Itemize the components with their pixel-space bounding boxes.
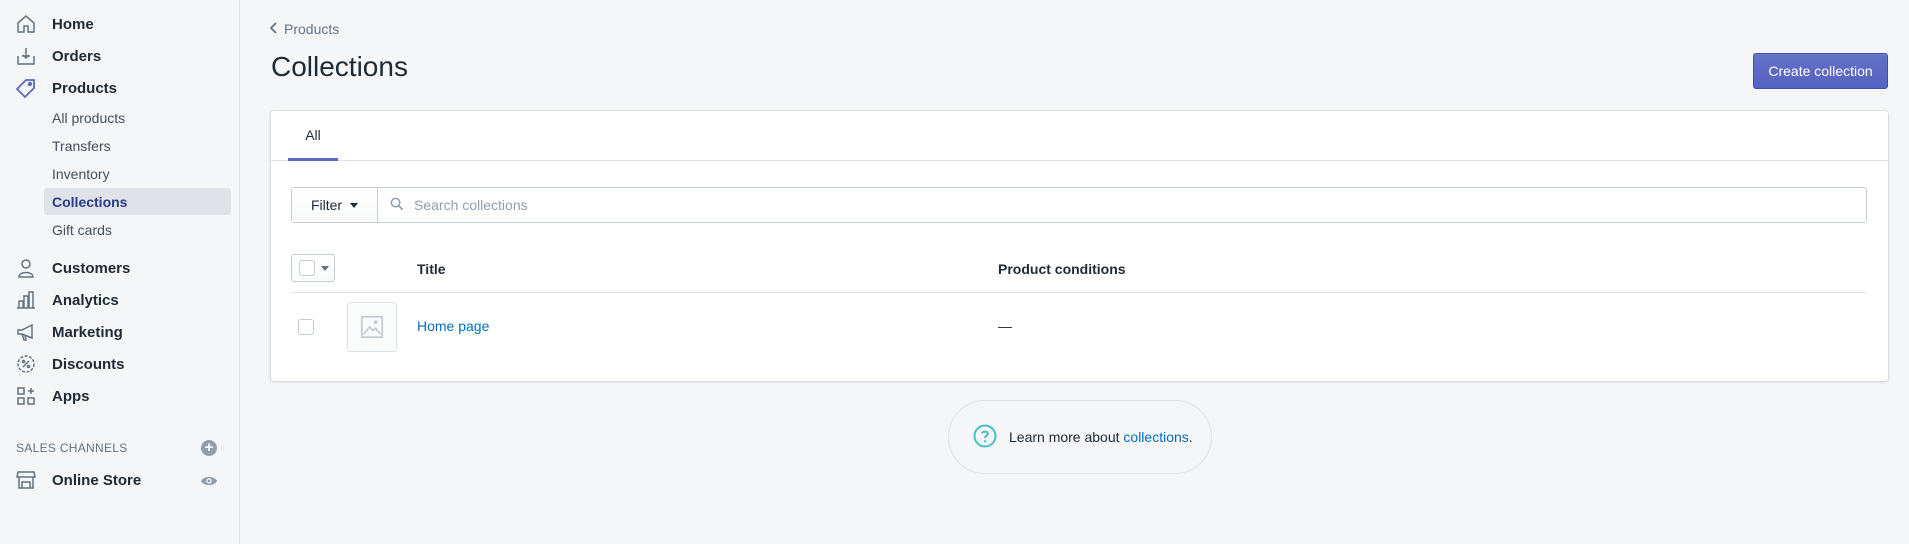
product-conditions-value: —	[998, 318, 1012, 334]
tab-all[interactable]: All	[288, 111, 338, 161]
eye-icon[interactable]	[200, 472, 218, 490]
discount-icon	[15, 353, 37, 375]
caret-down-icon	[321, 265, 329, 271]
sales-channels-heading: SALES CHANNELS	[16, 441, 128, 455]
sidebar-item-label: Home	[52, 15, 94, 33]
home-icon	[15, 13, 37, 35]
sidebar-item-label: Apps	[52, 387, 90, 405]
sidebar: Home Orders Products All products Transf…	[0, 0, 240, 544]
help-footer: Learn more about collections.	[948, 400, 1212, 474]
person-icon	[15, 257, 37, 279]
row-checkbox[interactable]	[298, 319, 314, 335]
help-text: Learn more about collections.	[1009, 429, 1193, 445]
apps-icon	[15, 385, 37, 407]
select-all-checkbox[interactable]	[299, 260, 315, 276]
sidebar-item-label: Online Store	[52, 471, 142, 489]
sidebar-subitem-transfers[interactable]: Transfers	[44, 132, 231, 159]
table-row[interactable]: Home page —	[291, 294, 1867, 360]
column-header-title[interactable]: Title	[417, 261, 446, 277]
collections-help-link[interactable]: collections	[1123, 429, 1188, 445]
sidebar-item-label: Discounts	[52, 355, 125, 373]
sidebar-subitem-inventory[interactable]: Inventory	[44, 160, 231, 187]
sidebar-subitem-all-products[interactable]: All products	[44, 104, 231, 131]
sidebar-item-products[interactable]: Products	[0, 73, 240, 103]
sidebar-item-customers[interactable]: Customers	[0, 253, 240, 283]
sidebar-item-apps[interactable]: Apps	[0, 381, 240, 411]
sidebar-item-label: Customers	[52, 259, 131, 277]
collection-title-link[interactable]: Home page	[417, 318, 489, 334]
sidebar-item-label: Marketing	[52, 323, 123, 341]
sidebar-item-label: Analytics	[52, 291, 119, 309]
sidebar-subitem-collections[interactable]: Collections	[44, 188, 231, 215]
store-icon	[15, 469, 37, 491]
tab-bar: All	[271, 111, 1888, 161]
search-field[interactable]	[378, 188, 1866, 222]
sidebar-item-discounts[interactable]: Discounts	[0, 349, 240, 379]
sidebar-item-label: Orders	[52, 47, 102, 65]
page-title: Collections	[271, 51, 408, 82]
table-header: Title Product conditions	[291, 253, 1867, 293]
megaphone-icon	[15, 321, 37, 343]
help-question-icon	[973, 424, 997, 451]
filter-button[interactable]: Filter	[292, 188, 378, 222]
sidebar-item-analytics[interactable]: Analytics	[0, 285, 240, 315]
image-placeholder-icon	[347, 302, 397, 352]
sidebar-item-label: Products	[52, 79, 118, 97]
search-input[interactable]	[414, 197, 1614, 213]
orders-icon	[15, 45, 37, 67]
column-header-product-conditions: Product conditions	[998, 261, 1126, 277]
bulk-select-button[interactable]	[291, 254, 335, 282]
filter-label: Filter	[310, 197, 343, 213]
sidebar-item-home[interactable]: Home	[0, 9, 240, 39]
add-channel-icon[interactable]: +	[201, 440, 217, 456]
breadcrumb[interactable]: Products	[269, 21, 340, 37]
filter-bar: Filter	[291, 187, 1867, 223]
sidebar-subitem-gift-cards[interactable]: Gift cards	[44, 216, 231, 243]
sidebar-item-orders[interactable]: Orders	[0, 41, 240, 71]
chevron-left-icon	[269, 21, 278, 37]
caret-down-icon	[350, 202, 359, 208]
bar-chart-icon	[15, 289, 37, 311]
create-collection-button[interactable]: Create collection	[1753, 53, 1888, 89]
sidebar-item-marketing[interactable]: Marketing	[0, 317, 240, 347]
collections-card: All Filter Title Product conditions Home…	[271, 111, 1888, 381]
breadcrumb-label: Products	[284, 21, 340, 37]
search-icon	[390, 197, 404, 214]
tag-icon	[15, 77, 37, 99]
